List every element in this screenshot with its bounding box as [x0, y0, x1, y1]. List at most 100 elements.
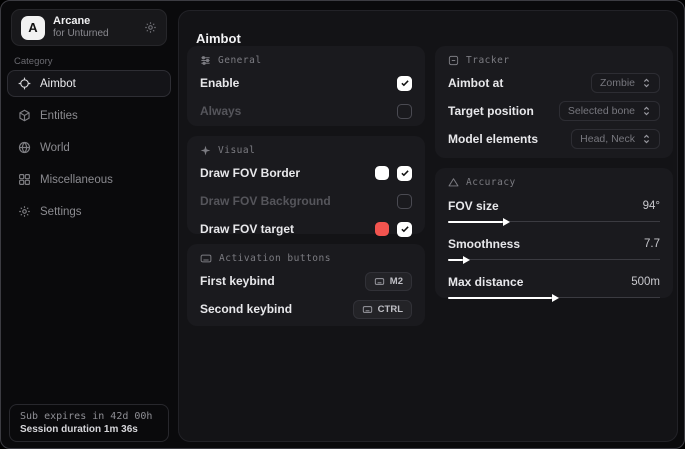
sidebar: A Arcane for Unturned Category A — [1, 1, 177, 448]
page-title: Aimbot — [196, 31, 241, 46]
chevron-up-down-icon — [642, 134, 651, 144]
tracker-card: Tracker Aimbot at Zombie Target position… — [435, 46, 673, 158]
setting-label: Aimbot at — [448, 76, 503, 90]
app-logo-card: A Arcane for Unturned — [11, 9, 167, 46]
slider-row: Smoothness 7.7 — [448, 235, 660, 264]
category-label: Category — [14, 56, 53, 67]
chevron-up-down-icon — [642, 78, 651, 88]
setting-label: Smoothness — [448, 237, 520, 251]
fov-target-color-swatch[interactable] — [375, 222, 389, 236]
triangle-icon — [448, 177, 459, 188]
smoothness-slider[interactable] — [448, 255, 660, 264]
max-distance-value: 500m — [631, 276, 660, 288]
slider-track — [448, 259, 660, 260]
setting-label: Draw FOV target — [200, 222, 294, 236]
slider-row: FOV size 94° — [448, 197, 660, 226]
keyboard-icon — [200, 253, 212, 264]
setting-label: FOV size — [448, 199, 499, 213]
subscription-info-card: Sub expires in 42d 00h Session duration … — [9, 404, 169, 442]
setting-label: Target position — [448, 104, 534, 118]
app-window: A Arcane for Unturned Category A — [0, 0, 685, 449]
setting-row: First keybind M2 — [200, 270, 412, 292]
setting-label: Model elements — [448, 132, 538, 146]
fov-background-checkbox[interactable] — [397, 194, 412, 209]
setting-label: Draw FOV Background — [200, 194, 331, 208]
slider-thumb[interactable] — [448, 297, 552, 300]
app-title-block: Arcane for Unturned — [53, 15, 136, 39]
activation-card: Activation buttons First keybind M2 Seco… — [187, 244, 425, 326]
setting-row: Model elements Head, Neck — [448, 128, 660, 150]
app-name: Arcane — [53, 15, 136, 28]
slider-thumb[interactable] — [448, 259, 463, 262]
chevron-up-down-icon — [642, 106, 651, 116]
settings-gear-icon[interactable] — [144, 21, 157, 34]
sidebar-item-label: World — [40, 142, 70, 154]
sidebar-item-entities[interactable]: Entities — [7, 102, 171, 129]
accuracy-card: Accuracy FOV size 94° Smoothness 7.7 — [435, 168, 673, 298]
keybind-value: CTRL — [378, 304, 403, 315]
globe-icon — [18, 141, 31, 154]
crosshair-icon — [18, 77, 31, 90]
aimbot-at-dropdown[interactable]: Zombie — [591, 73, 660, 93]
model-elements-dropdown[interactable]: Head, Neck — [571, 129, 660, 149]
card-title: Accuracy — [466, 177, 516, 188]
first-keybind-button[interactable]: M2 — [365, 272, 412, 291]
setting-row: Draw FOV Border — [200, 162, 412, 184]
sidebar-item-world[interactable]: World — [7, 134, 171, 161]
app-logo: A — [21, 16, 45, 40]
dropdown-value: Head, Neck — [580, 133, 635, 145]
setting-label: First keybind — [200, 274, 275, 288]
sub-expires-text: Sub expires in 42d 00h — [20, 411, 158, 422]
always-checkbox[interactable] — [397, 104, 412, 119]
slider-thumb[interactable] — [448, 221, 503, 224]
fov-target-checkbox[interactable] — [397, 222, 412, 237]
entities-icon — [18, 109, 31, 122]
sidebar-item-label: Settings — [40, 206, 82, 218]
sidebar-item-aimbot[interactable]: Aimbot — [7, 70, 171, 97]
smoothness-value: 7.7 — [644, 238, 660, 250]
main-panel: Aimbot General Enable Always — [178, 10, 678, 442]
card-title: Tracker — [466, 55, 510, 66]
sliders-icon — [200, 55, 211, 66]
scan-icon — [448, 55, 459, 66]
sidebar-item-label: Aimbot — [40, 78, 76, 90]
sparkle-icon — [200, 145, 211, 156]
card-title: Activation buttons — [219, 253, 331, 264]
keyboard-icon — [374, 277, 385, 286]
setting-label: Always — [200, 104, 241, 118]
sidebar-item-miscellaneous[interactable]: Miscellaneous — [7, 166, 171, 193]
dropdown-value: Selected bone — [568, 105, 635, 117]
setting-row: Always — [200, 100, 412, 122]
setting-label: Enable — [200, 76, 239, 90]
sidebar-nav: Aimbot Entities World — [7, 70, 171, 225]
card-title: Visual — [218, 145, 255, 156]
general-card: General Enable Always — [187, 46, 425, 126]
second-keybind-button[interactable]: CTRL — [353, 300, 412, 319]
session-duration-text: Session duration 1m 36s — [20, 424, 158, 435]
fov-size-slider[interactable] — [448, 217, 660, 226]
visual-card: Visual Draw FOV Border Draw FOV Backgrou… — [187, 136, 425, 234]
card-title: General — [218, 55, 262, 66]
enable-checkbox[interactable] — [397, 76, 412, 91]
grid-icon — [18, 173, 31, 186]
fov-border-color-swatch[interactable] — [375, 166, 389, 180]
keyboard-icon — [362, 305, 373, 314]
fov-size-value: 94° — [643, 200, 660, 212]
setting-row: Second keybind CTRL — [200, 298, 412, 320]
keybind-value: M2 — [390, 276, 403, 287]
app-subtitle: for Unturned — [53, 28, 136, 40]
setting-label: Draw FOV Border — [200, 166, 300, 180]
sidebar-item-settings[interactable]: Settings — [7, 198, 171, 225]
gear-icon — [18, 205, 31, 218]
max-distance-slider[interactable] — [448, 293, 660, 302]
fov-border-checkbox[interactable] — [397, 166, 412, 181]
setting-label: Second keybind — [200, 302, 292, 316]
slider-row: Max distance 500m — [448, 273, 660, 302]
setting-label: Max distance — [448, 275, 523, 289]
setting-row: Enable — [200, 72, 412, 94]
target-position-dropdown[interactable]: Selected bone — [559, 101, 660, 121]
setting-row: Draw FOV target — [200, 218, 412, 240]
sidebar-item-label: Entities — [40, 110, 78, 122]
sidebar-item-label: Miscellaneous — [40, 174, 113, 186]
setting-row: Target position Selected bone — [448, 100, 660, 122]
